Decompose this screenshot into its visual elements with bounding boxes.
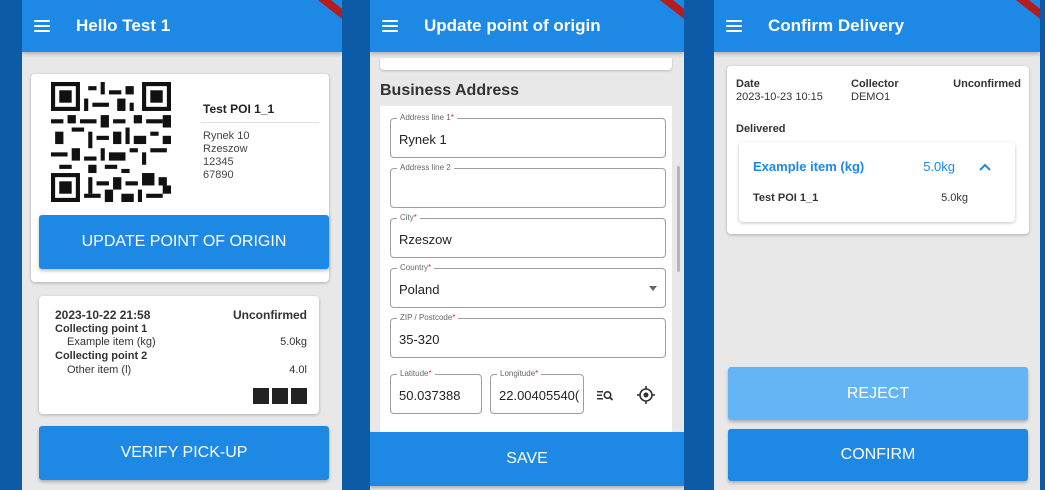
section-title: Business Address bbox=[380, 82, 520, 99]
collector-label: Collector bbox=[851, 78, 899, 90]
menu-icon[interactable] bbox=[34, 20, 50, 32]
verify-pick-up-button[interactable]: VERIFY PICK-UP bbox=[39, 426, 329, 480]
confirm-button[interactable]: CONFIRM bbox=[728, 429, 1028, 481]
screen-update-origin: Update point of origin Business Address … bbox=[370, 0, 684, 490]
menu-icon[interactable] bbox=[726, 20, 742, 32]
item-qty: 5.0kg bbox=[923, 159, 955, 174]
poi-city: Rzeszow bbox=[203, 143, 248, 155]
delivery-card: Date 2023-10-23 10:15 Collector DEMO1 Un… bbox=[727, 66, 1029, 234]
poi-divider bbox=[201, 122, 319, 123]
country-select[interactable]: Country* Poland bbox=[390, 263, 666, 308]
qr-code bbox=[51, 82, 171, 202]
delivered-label: Delivered bbox=[736, 123, 786, 135]
more-indicator bbox=[250, 388, 307, 409]
date-value: 2023-10-23 10:15 bbox=[736, 91, 823, 103]
screen-confirm-delivery: Confirm Delivery Date 2023-10-23 10:15 C… bbox=[714, 0, 1040, 490]
poi-number-1: 12345 bbox=[203, 156, 234, 168]
item-poi-name: Test POI 1_1 bbox=[753, 192, 819, 204]
app-title: Update point of origin bbox=[424, 16, 601, 35]
collecting-point-1-qty: 5.0kg bbox=[280, 336, 307, 348]
city-value: Rzeszow bbox=[399, 232, 452, 247]
collecting-point-1-item: Example item (kg) bbox=[67, 336, 156, 348]
address-line-2-field[interactable]: Address line 2 bbox=[390, 163, 666, 208]
collecting-point-2-item: Other item (l) bbox=[67, 364, 132, 376]
longitude-value: 22.00405540( bbox=[499, 388, 580, 403]
app-title: Confirm Delivery bbox=[768, 16, 905, 35]
poi-number-2: 67890 bbox=[203, 169, 234, 181]
latitude-value: 50.037388 bbox=[399, 388, 461, 403]
dropdown-arrow-icon bbox=[649, 286, 657, 291]
collecting-point-2-qty: 4.0l bbox=[289, 364, 307, 376]
scrollbar[interactable] bbox=[677, 166, 680, 272]
delivery-status: Unconfirmed bbox=[953, 78, 1021, 90]
collection-datetime: 2023-10-22 21:58 bbox=[55, 308, 151, 322]
reject-button[interactable]: REJECT bbox=[728, 367, 1028, 420]
screen-home: Hello Test 1 Test POI 1_1 Rynek 10 Rzesz… bbox=[22, 0, 342, 490]
previous-card-edge bbox=[380, 58, 672, 70]
map-search-icon[interactable] bbox=[596, 386, 614, 404]
address-line-1-field[interactable]: Address line 1* Rynek 1 bbox=[390, 113, 666, 158]
collection-status: Unconfirmed bbox=[232, 308, 307, 322]
menu-icon[interactable] bbox=[382, 20, 398, 32]
collecting-point-2: Collecting point 2 bbox=[55, 350, 148, 362]
date-label: Date bbox=[736, 78, 760, 90]
zip-value: 35-320 bbox=[399, 332, 440, 347]
item-poi-qty: 5.0kg bbox=[941, 192, 968, 204]
poi-name: Test POI 1_1 bbox=[203, 102, 275, 116]
poi-street: Rynek 10 bbox=[203, 130, 250, 142]
city-field[interactable]: City* Rzeszow bbox=[390, 213, 666, 258]
poi-address: Rynek 10 Rzeszow 12345 67890 bbox=[203, 130, 249, 182]
delivered-item-card[interactable]: Example item (kg) 5.0kg Test POI 1_1 5.0… bbox=[739, 142, 1015, 222]
country-value: Poland bbox=[399, 282, 440, 297]
zip-field[interactable]: ZIP / Postcode* 35-320 bbox=[390, 313, 666, 358]
app-bar: Update point of origin bbox=[370, 0, 684, 52]
latitude-field[interactable]: Latitude* 50.037388 bbox=[390, 369, 482, 414]
collection-card[interactable]: 2023-10-22 21:58 Unconfirmed Collecting … bbox=[39, 296, 319, 414]
gps-locate-icon[interactable] bbox=[636, 385, 656, 405]
collector-value: DEMO1 bbox=[851, 91, 891, 103]
app-bar: Hello Test 1 bbox=[22, 0, 342, 52]
item-name: Example item (kg) bbox=[753, 159, 865, 174]
chevron-up-icon[interactable] bbox=[979, 163, 991, 171]
longitude-field[interactable]: Longitude* 22.00405540( bbox=[490, 369, 584, 414]
update-point-of-origin-button[interactable]: UPDATE POINT OF ORIGIN bbox=[39, 215, 329, 269]
app-bar: Confirm Delivery bbox=[714, 0, 1040, 52]
app-title: Hello Test 1 bbox=[76, 16, 171, 35]
collecting-point-1: Collecting point 1 bbox=[55, 323, 148, 335]
address-line-1-value: Rynek 1 bbox=[399, 132, 447, 147]
save-button[interactable]: SAVE bbox=[370, 432, 684, 486]
